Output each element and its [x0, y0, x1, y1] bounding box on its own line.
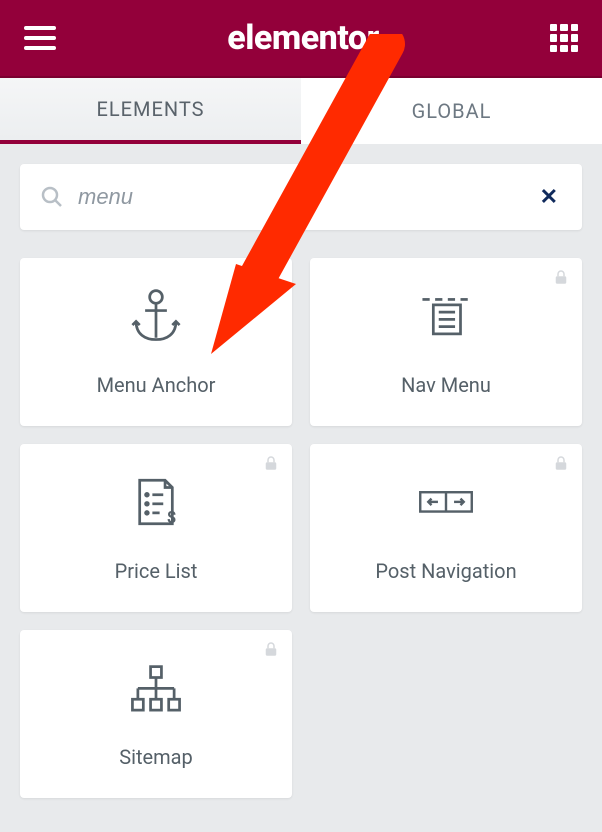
- widget-menu-anchor[interactable]: Menu Anchor: [20, 258, 292, 426]
- widget-nav-menu[interactable]: Nav Menu: [310, 258, 582, 426]
- hamburger-menu-icon[interactable]: [24, 26, 56, 50]
- widget-label: Sitemap: [119, 745, 193, 769]
- sitemap-icon: [127, 659, 185, 717]
- widget-price-list[interactable]: $ Price List: [20, 444, 292, 612]
- search-box: ✕: [20, 164, 582, 230]
- app-grid-icon[interactable]: [550, 24, 578, 52]
- post-navigation-icon: [417, 473, 475, 531]
- brand-title: elementor: [227, 18, 378, 58]
- panel-content: ✕ Menu Anchor: [0, 144, 602, 818]
- tab-global[interactable]: GLOBAL: [301, 78, 602, 144]
- price-list-icon: $: [127, 473, 185, 531]
- widget-post-navigation[interactable]: Post Navigation: [310, 444, 582, 612]
- widget-grid: Menu Anchor Nav Menu: [20, 258, 582, 798]
- tab-bar: ELEMENTS GLOBAL: [0, 78, 602, 144]
- nav-menu-icon: [417, 287, 475, 345]
- svg-text:$: $: [167, 508, 176, 527]
- anchor-icon: [127, 287, 185, 345]
- widget-label: Post Navigation: [375, 559, 516, 583]
- search-icon: [40, 185, 64, 209]
- lock-icon: [262, 454, 280, 472]
- widget-label: Nav Menu: [401, 373, 491, 397]
- tab-elements[interactable]: ELEMENTS: [0, 78, 301, 144]
- clear-search-button[interactable]: ✕: [536, 185, 562, 210]
- lock-icon: [552, 454, 570, 472]
- search-input[interactable]: [78, 184, 536, 210]
- widget-label: Menu Anchor: [97, 373, 216, 397]
- app-header: elementor: [0, 0, 602, 78]
- widget-label: Price List: [115, 559, 198, 583]
- lock-icon: [262, 640, 280, 658]
- widget-sitemap[interactable]: Sitemap: [20, 630, 292, 798]
- lock-icon: [552, 268, 570, 286]
